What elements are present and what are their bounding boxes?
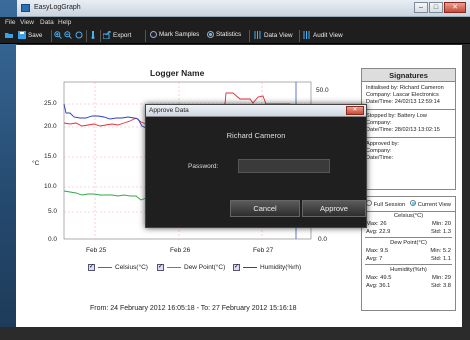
legend-checkbox[interactable]: ✓ <box>88 264 95 271</box>
initialised-block: Initialised by: Richard Cameron Company:… <box>362 82 455 110</box>
right-tick-label: 50.0 <box>316 87 329 94</box>
stat-min: Min: 20 <box>431 221 451 227</box>
legend-dewpoint[interactable]: ✓ Dew Point(°C) <box>157 264 225 271</box>
stat-group-title: Dew Point(°C) <box>390 240 427 246</box>
y-tick-label: 0.0 <box>48 236 58 243</box>
y-tick-label: 20.0 <box>44 123 57 130</box>
password-label: Password: <box>188 163 219 170</box>
stat-avg: Avg: 7 <box>366 256 383 262</box>
signatures-panel: Signatures Initialised by: Richard Camer… <box>361 68 456 190</box>
approver-name: Richard Cameron <box>226 131 286 140</box>
full-session-label: Full Session <box>373 202 406 208</box>
legend-swatch <box>243 267 257 268</box>
x-tick-label: Feb 25 <box>86 247 107 254</box>
legend-celsius[interactable]: ✓ Celsius(°C) <box>88 264 148 271</box>
stat-max: Max: 9.5 <box>366 248 389 254</box>
stat-std: Std: 1.1 <box>431 256 451 262</box>
right-tick-label: 0.0 <box>318 236 328 243</box>
sig-line: Initialised by: Richard Cameron <box>366 85 444 91</box>
dialog-title: Approve Data <box>149 107 189 114</box>
legend-swatch <box>98 267 112 268</box>
sig-line: Company: <box>366 120 392 126</box>
stat-avg: Avg: 22.9 <box>366 229 391 235</box>
stat-min: Min: 5.2 <box>430 248 451 254</box>
sig-line: Date/Time: <box>366 155 394 161</box>
stat-min: Min: 29 <box>431 275 451 281</box>
sig-line: Date/Time: 28/02/13 13:02:15 <box>366 127 440 133</box>
approved-block: Approved by: Company: Date/Time: <box>362 138 455 165</box>
legend-label: Humidity(%rh) <box>260 264 302 271</box>
dialog-title-bar: Approve Data ✕ <box>146 105 366 117</box>
stat-avg: Avg: 36.1 <box>366 283 391 289</box>
sig-line: Company: <box>366 148 392 154</box>
y-tick-label: 5.0 <box>48 208 58 215</box>
legend-checkbox[interactable]: ✓ <box>157 264 164 271</box>
approve-data-dialog: Approve Data ✕ Richard Cameron Password:… <box>145 104 367 228</box>
statistics-panel: Full Session Current View Celsius(°C) Ma… <box>361 196 456 311</box>
y-tick-label: 15.0 <box>44 153 57 160</box>
x-tick-label: Feb 27 <box>253 247 274 254</box>
current-view-option[interactable]: Current View <box>409 200 451 208</box>
legend-swatch <box>167 267 181 268</box>
status-strip <box>0 327 470 340</box>
x-tick-label: Feb 26 <box>170 247 191 254</box>
stat-max: Max: 26 <box>366 221 387 227</box>
cancel-button[interactable]: Cancel <box>230 200 300 217</box>
stat-std: Std: 3.8 <box>431 283 451 289</box>
sig-line: Stopped by: Battery Low <box>366 113 427 119</box>
approve-button[interactable]: Approve <box>302 200 366 217</box>
y-axis-label: °C <box>32 160 40 167</box>
stat-group-title: Celsius(°C) <box>393 213 424 219</box>
stat-std: Std: 1.3 <box>431 229 451 235</box>
y-tick-label: 10.0 <box>44 183 57 190</box>
app-window: EasyLogGraph – □ ✕ File View Data Help S… <box>0 0 470 340</box>
current-view-label: Current View <box>417 202 451 208</box>
date-range: From: 24 February 2012 16:05:18 - To: 27… <box>90 305 297 312</box>
password-input[interactable] <box>238 159 330 173</box>
stat-group-title: Humidity(%rh) <box>390 267 427 273</box>
sig-line: Approved by: <box>366 141 399 147</box>
signatures-title: Signatures <box>362 69 455 82</box>
legend-humidity[interactable]: ✓ Humidity(%rh) <box>233 264 301 271</box>
legend-label: Celsius(°C) <box>115 264 148 271</box>
dialog-close-button[interactable]: ✕ <box>346 106 364 115</box>
stopped-block: Stopped by: Battery Low Company: Date/Ti… <box>362 110 455 138</box>
legend-checkbox[interactable]: ✓ <box>233 264 240 271</box>
y-tick-label: 25.0 <box>44 100 57 107</box>
sig-line: Date/Time: 24/02/13 12:59:14 <box>366 99 440 105</box>
legend-label: Dew Point(°C) <box>184 264 226 271</box>
stat-max: Max: 49.5 <box>366 275 392 281</box>
sig-line: Company: Lascar Electronics <box>366 92 439 98</box>
full-session-option[interactable]: Full Session <box>366 200 405 208</box>
